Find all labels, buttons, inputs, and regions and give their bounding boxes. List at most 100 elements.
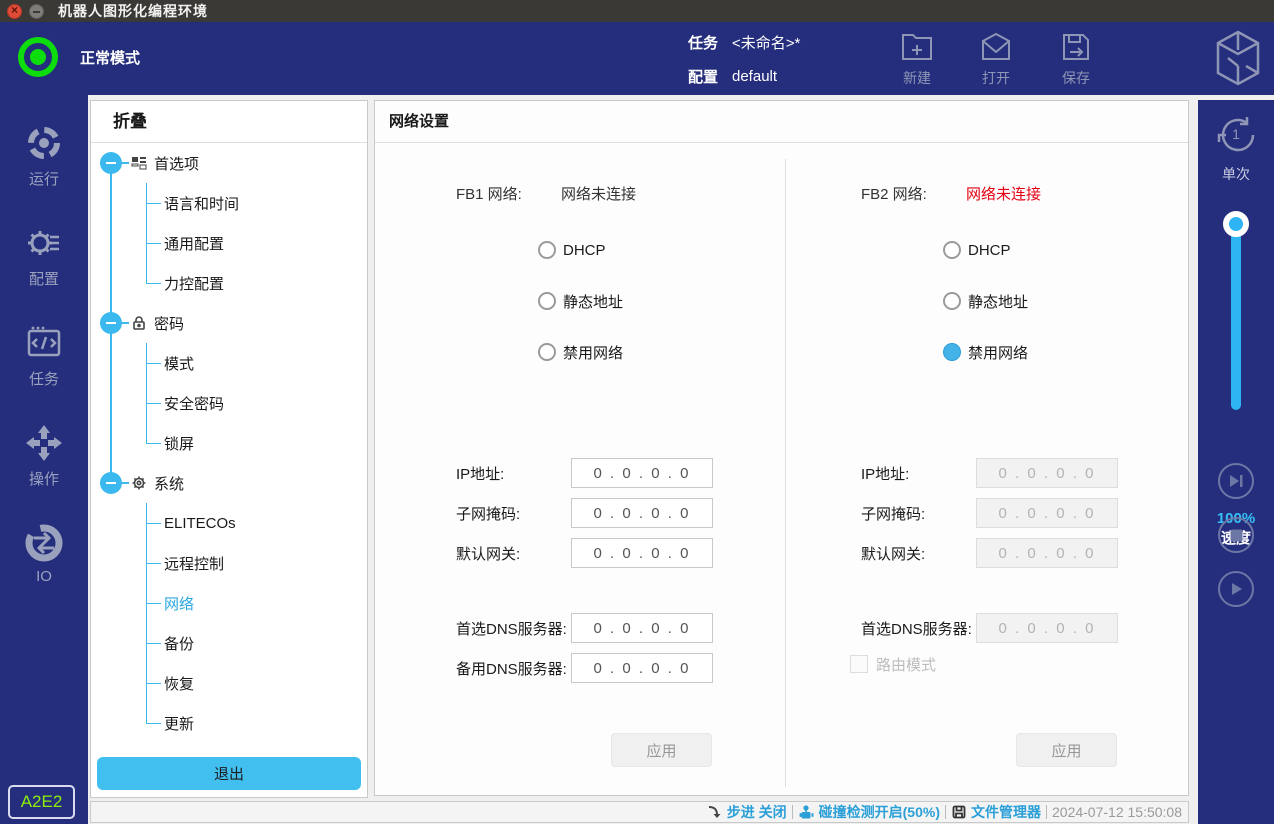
collapse-toggle-icon[interactable] <box>100 312 122 334</box>
file-manager-button[interactable]: 文件管理器 <box>951 802 1041 822</box>
task-label: 任务 <box>688 32 728 53</box>
open-task-button[interactable]: 打开 <box>965 28 1027 88</box>
fb1-section: FB1 网络: 网络未连接 DHCP 静态地址 禁用网络 IP地址: 子网掩码:… <box>375 144 779 795</box>
checkbox-icon[interactable] <box>850 655 868 673</box>
save-button-label: 保存 <box>1045 68 1107 88</box>
fb2-route-mode-option[interactable]: 路由模式 <box>850 649 936 679</box>
play-button[interactable] <box>1218 571 1254 607</box>
nav-item-run[interactable]: 运行 <box>0 123 88 189</box>
radio-icon[interactable] <box>943 292 961 310</box>
run-once-button[interactable]: 1 单次 <box>1198 112 1274 184</box>
nav-run-label: 运行 <box>0 168 88 189</box>
nav-item-io[interactable]: IO <box>0 523 88 585</box>
move-arrows-icon <box>24 423 64 463</box>
separator <box>792 805 793 819</box>
page-title: 网络设置 <box>375 101 1188 143</box>
collapse-toggle-icon[interactable] <box>100 472 122 494</box>
config-value: default <box>732 68 777 85</box>
tree-label-preferences: 首选项 <box>154 153 199 174</box>
radio-icon[interactable] <box>538 241 556 259</box>
tree-item-password[interactable]: 密码 <box>91 303 367 343</box>
tree-item-system[interactable]: 系统 <box>91 463 367 503</box>
tree-item-restore[interactable]: 恢复 <box>91 663 367 703</box>
radio-icon[interactable] <box>538 343 556 361</box>
fb1-gateway-input[interactable] <box>571 538 713 568</box>
step-arrow-icon <box>707 804 723 820</box>
radio-icon[interactable] <box>538 292 556 310</box>
fb2-radio-dhcp[interactable]: DHCP <box>943 241 1011 259</box>
fb1-ip-input[interactable] <box>571 458 713 488</box>
tree-item-network[interactable]: 网络 <box>91 583 367 623</box>
task-code-icon <box>24 323 64 363</box>
tree-body: 首选项 语言和时间 通用配置 力控配置 密码 模式 安全密码 锁屏 <box>91 143 367 743</box>
gear-icon <box>131 475 147 491</box>
tree-item-backup[interactable]: 备份 <box>91 623 367 663</box>
fb1-dns2-input[interactable] <box>571 653 713 683</box>
tree-item-update[interactable]: 更新 <box>91 703 367 743</box>
fb2-ip-input <box>976 458 1118 488</box>
nav-io-label: IO <box>0 568 88 585</box>
step-forward-button[interactable] <box>1218 463 1254 499</box>
fb1-netmask-label: 子网掩码: <box>456 503 520 524</box>
right-control-bar: 1 单次 100% 速度 <box>1198 100 1274 824</box>
fb1-dns1-input[interactable] <box>571 613 713 643</box>
collapse-header[interactable]: 折叠 <box>91 101 367 143</box>
tree-item-general-config[interactable]: 通用配置 <box>91 223 367 263</box>
tree-item-elitecos[interactable]: ELITECOs <box>91 503 367 543</box>
fb1-dns1-label: 首选DNS服务器: <box>456 618 567 639</box>
tree-label-password: 密码 <box>154 313 184 334</box>
status-bar: 步进 关闭 碰撞检测开启(50%) 文件管理器 2024-07-12 15:50… <box>90 801 1189 823</box>
collapse-toggle-icon[interactable] <box>100 152 122 174</box>
window-title: 机器人图形化编程环境 <box>58 1 208 21</box>
fb1-apply-button[interactable]: 应用 <box>611 733 712 767</box>
tree-item-lock-screen[interactable]: 锁屏 <box>91 423 367 463</box>
fb1-radio-disable[interactable]: 禁用网络 <box>538 343 623 361</box>
stop-button[interactable] <box>1218 517 1254 553</box>
radio-checked-icon[interactable] <box>943 343 961 361</box>
minimize-icon[interactable] <box>29 4 44 19</box>
tree-item-remote-control[interactable]: 远程控制 <box>91 543 367 583</box>
step-mode-status[interactable]: 步进 关闭 <box>707 802 787 822</box>
save-icon <box>1057 28 1095 66</box>
fb2-ip-label: IP地址: <box>861 463 909 484</box>
nav-item-operate[interactable]: 操作 <box>0 423 88 489</box>
fb2-netmask-input <box>976 498 1118 528</box>
fb2-apply-button[interactable]: 应用 <box>1016 733 1117 767</box>
speed-slider[interactable] <box>1231 220 1241 410</box>
new-folder-icon <box>898 28 936 66</box>
skip-icon <box>1228 474 1244 488</box>
nav-item-task[interactable]: 任务 <box>0 323 88 389</box>
mode-status-icon <box>18 37 58 77</box>
tree-item-preferences[interactable]: 首选项 <box>91 143 367 183</box>
speed-slider-handle[interactable] <box>1223 211 1249 237</box>
fb2-radio-static[interactable]: 静态地址 <box>943 292 1028 310</box>
fb1-radio-dhcp[interactable]: DHCP <box>538 241 606 259</box>
fb2-section: FB2 网络: 网络未连接 DHCP 静态地址 禁用网络 IP地址: 子网掩码:… <box>780 144 1184 795</box>
nav-item-config[interactable]: 配置 <box>0 223 88 289</box>
run-once-label: 单次 <box>1198 164 1274 184</box>
separator <box>1046 805 1047 819</box>
tree-group-system: 系统 ELITECOs 远程控制 网络 备份 恢复 更新 <box>91 463 367 743</box>
new-task-button[interactable]: 新建 <box>886 28 948 88</box>
robot-name-badge[interactable]: A2E2 <box>8 785 75 819</box>
close-icon[interactable] <box>7 4 22 19</box>
tree-item-force-config[interactable]: 力控配置 <box>91 263 367 303</box>
tree-item-mode[interactable]: 模式 <box>91 343 367 383</box>
open-icon <box>977 28 1015 66</box>
clock-timestamp: 2024-07-12 15:50:08 <box>1052 804 1182 820</box>
fb2-radio-disable[interactable]: 禁用网络 <box>943 343 1028 361</box>
collision-detection-status[interactable]: 碰撞检测开启(50%) <box>798 802 940 822</box>
radio-icon[interactable] <box>943 241 961 259</box>
fb2-netmask-label: 子网掩码: <box>861 503 925 524</box>
fb1-netmask-input[interactable] <box>571 498 713 528</box>
tree-item-language-time[interactable]: 语言和时间 <box>91 183 367 223</box>
tree-item-safety-password[interactable]: 安全密码 <box>91 383 367 423</box>
single-cycle-icon: 1 <box>1214 112 1258 156</box>
run-icon <box>24 123 64 163</box>
fb1-radio-static[interactable]: 静态地址 <box>538 292 623 310</box>
fb1-network-label: FB1 网络: <box>456 183 561 204</box>
save-task-button[interactable]: 保存 <box>1045 28 1107 88</box>
separator <box>945 805 946 819</box>
io-swap-icon <box>24 523 64 563</box>
exit-button[interactable]: 退出 <box>97 757 361 790</box>
